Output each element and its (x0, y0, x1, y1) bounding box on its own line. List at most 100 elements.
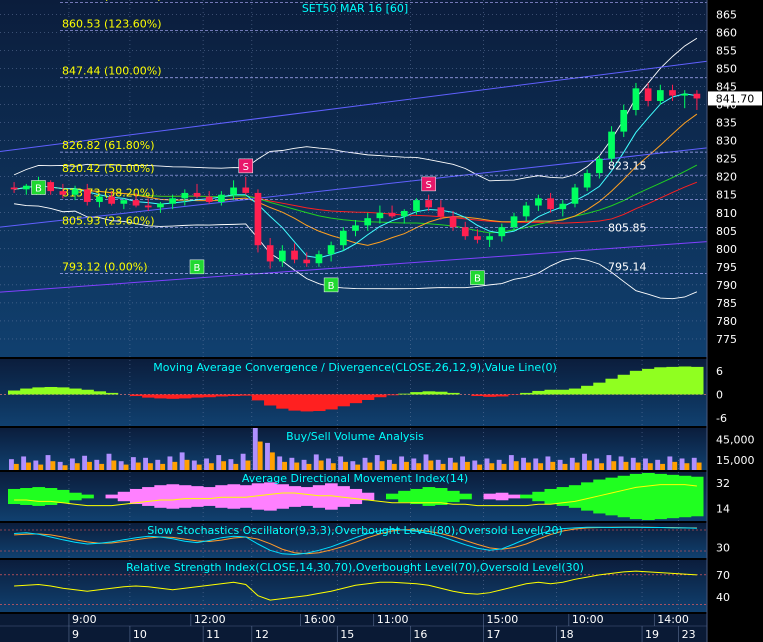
macd-bar (544, 389, 558, 395)
volume-buy-bar (123, 464, 129, 470)
adx-di-area (20, 488, 33, 505)
candle-body (83, 189, 91, 202)
fib-label: 868.33 (138.20%) (62, 0, 162, 2)
volume-sell-bar (301, 459, 307, 470)
volume-sell-bar (265, 442, 270, 470)
volume-buy-bar (550, 461, 556, 470)
macd-bar (629, 370, 643, 395)
volume-buy-bar (111, 460, 117, 470)
adx-di-area (32, 487, 46, 506)
volume-title: Buy/Sell Volume Analysis (286, 430, 424, 443)
time-label: 9:00 (72, 613, 97, 626)
macd-bar (617, 374, 631, 395)
adx-di-area (642, 472, 655, 521)
macd-bar (142, 394, 155, 398)
macd-bar (483, 394, 497, 397)
candle-body (181, 192, 189, 199)
fib-label: 860.53 (123.60%) (62, 18, 162, 31)
day-label: 15 (340, 628, 354, 641)
volume-buy-bar (562, 463, 568, 470)
signal-label: B (35, 184, 42, 195)
volume-sell-bar (399, 456, 405, 470)
candle-body (486, 236, 493, 240)
adx-di-area (203, 487, 216, 506)
price-tick-label: 775 (716, 333, 737, 346)
volume-buy-bar (623, 461, 629, 470)
macd-bar (178, 394, 192, 399)
macd-bar (20, 388, 33, 395)
macd-bar (312, 394, 326, 412)
volume-sell-bar (594, 458, 600, 470)
volume-buy-bar (538, 463, 544, 470)
macd-bar (666, 366, 680, 395)
macd-bar (337, 394, 350, 407)
rsi-tick-label: 70 (716, 569, 730, 582)
volume-buy-bar (294, 462, 300, 470)
stoch-tick-label: 30 (716, 542, 730, 555)
price-annotation: 823.15 (608, 159, 647, 172)
candle-body (547, 198, 554, 210)
adx-di-area (446, 490, 460, 503)
volume-buy-bar (501, 463, 507, 470)
macd-bar (422, 391, 436, 395)
macd-bar (434, 391, 448, 395)
volume-sell-bar (313, 454, 319, 470)
price-tick-label: 860 (716, 26, 737, 39)
volume-buy-bar (684, 463, 690, 470)
adx-di-area (568, 485, 582, 508)
volume-sell-bar (240, 453, 246, 470)
volume-sell-bar (691, 457, 697, 470)
volume-buy-bar (440, 463, 446, 470)
candle-body (461, 227, 469, 237)
stock-chart: 868.33 (138.20%) 860.53 (123.60%) 847.44 (… (0, 0, 762, 642)
volume-buy-bar (245, 460, 251, 470)
adx-di-area (532, 491, 545, 502)
volume-sell-bar (94, 459, 100, 470)
volume-buy-bar (196, 464, 202, 470)
volume-buy-bar (13, 463, 19, 470)
candle-body (96, 196, 103, 202)
macd-bar (300, 394, 314, 412)
volume-sell-bar (216, 455, 222, 470)
macd-bar (32, 387, 46, 395)
volume-sell-bar (569, 457, 575, 470)
volume-buy-bar (660, 463, 665, 470)
volume-buy-bar (233, 463, 239, 470)
time-label: 11:00 (377, 613, 409, 626)
volume-buy-bar (26, 462, 31, 470)
candle-body (266, 245, 274, 262)
volume-buy-bar (87, 461, 92, 470)
fib-label: 820.42 (50.00%) (62, 162, 155, 175)
volume-sell-bar (508, 455, 514, 470)
macd-bar (556, 389, 570, 395)
adx-di-area (166, 484, 180, 509)
price-annotation: 805.85 (608, 222, 647, 235)
rsi-title: Relative Strength Index(CLOSE,14,30,70),… (126, 561, 584, 574)
adx-di-area (617, 475, 631, 518)
volume-sell-bar (655, 459, 661, 470)
volume-sell-bar (545, 456, 551, 470)
volume-sell-bar (130, 457, 136, 470)
stochastic-title: Slow Stochastics Oscillator(9,3,3),Overb… (147, 524, 563, 537)
candle-body (608, 131, 615, 159)
macd-bar (581, 385, 594, 395)
macd-bar (568, 388, 582, 395)
macd-bar (203, 394, 216, 398)
macd-bar (81, 389, 94, 395)
rsi-tick-label: 40 (716, 591, 730, 604)
volume-buy-bar (416, 463, 422, 470)
signal-label: B (328, 281, 335, 292)
day-label: 12 (255, 628, 269, 641)
macd-bar (361, 394, 375, 400)
candle-body (230, 187, 237, 195)
volume-buy-bar (184, 459, 190, 470)
adx-di-area (154, 485, 168, 508)
volume-sell-bar (411, 458, 417, 470)
volume-sell-bar (326, 458, 331, 470)
volume-buy-bar (257, 441, 263, 470)
price-tick-label: 835 (716, 117, 737, 130)
day-label: 17 (487, 628, 501, 641)
adx-di-area (288, 486, 302, 507)
macd-bar (264, 394, 277, 406)
price-tick-label: 820 (716, 171, 737, 184)
